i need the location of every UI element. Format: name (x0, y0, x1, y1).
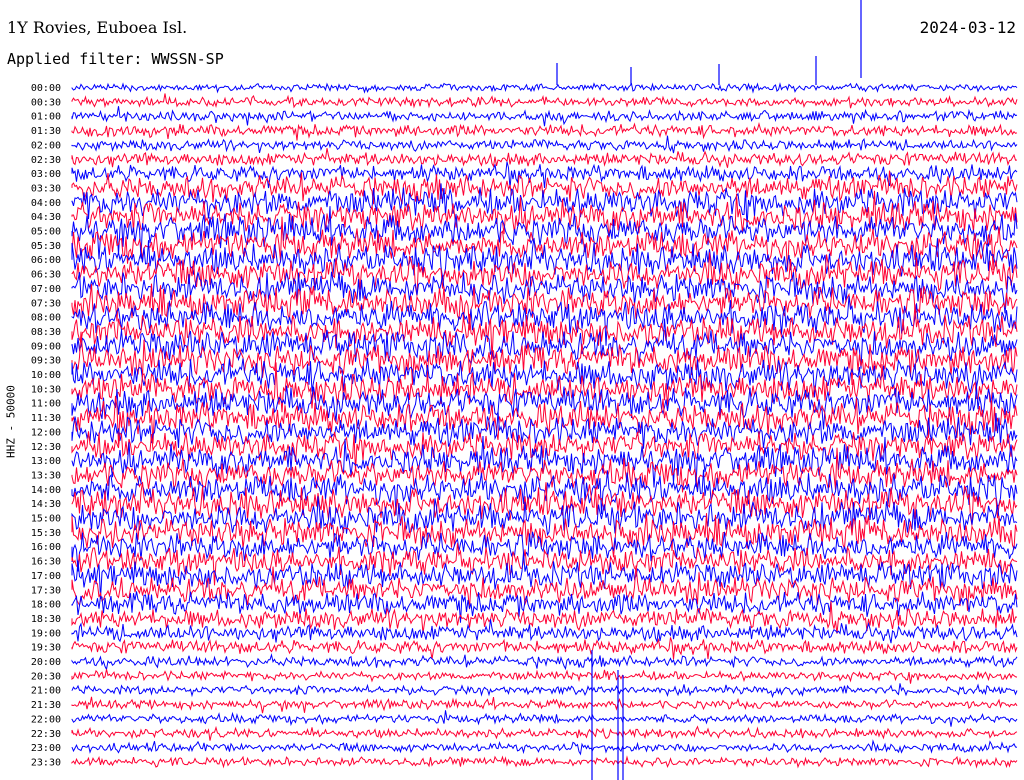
trace-row-2330 (71, 755, 1018, 769)
time-tick-label: 02:30 (31, 155, 61, 166)
time-tick-label: 03:30 (31, 183, 61, 194)
time-tick-label: 13:30 (31, 470, 61, 481)
time-tick-label: 08:30 (31, 327, 61, 338)
time-tick-label: 11:30 (31, 413, 61, 424)
trace-row-2230 (71, 725, 1018, 741)
time-tick-label: 21:00 (31, 686, 61, 697)
time-tick-label: 05:00 (31, 227, 61, 238)
time-tick-label: 23:00 (31, 743, 61, 754)
trace-row-0000 (71, 82, 1018, 94)
trace-row-1430 (71, 481, 1018, 526)
time-tick-label: 14:30 (31, 499, 61, 510)
trace-row-1800 (71, 591, 1018, 623)
time-tick-label: 17:30 (31, 585, 61, 596)
trace-row-0030 (71, 93, 1018, 109)
time-tick-label: 21:30 (31, 700, 61, 711)
trace-row-2200 (71, 710, 1018, 727)
time-tick-label: 06:00 (31, 255, 61, 266)
time-tick-label: 19:30 (31, 643, 61, 654)
trace-row-0100 (71, 106, 1018, 127)
time-tick-label: 04:30 (31, 212, 61, 223)
trace-group (71, 82, 1018, 769)
time-tick-label: 22:30 (31, 729, 61, 740)
time-tick-label: 09:30 (31, 356, 61, 367)
time-tick-label: 22:00 (31, 714, 61, 725)
time-tick-label: 02:00 (31, 140, 61, 151)
time-tick-label: 00:30 (31, 97, 61, 108)
time-tick-label: 13:00 (31, 456, 61, 467)
trace-row-1900 (71, 619, 1018, 644)
trace-row-2100 (71, 683, 1018, 699)
time-tick-label: 03:00 (31, 169, 61, 180)
time-tick-labels: 00:00 00:30 01:00 01:30 02:00 02:30 03:00 03:30… (31, 83, 61, 768)
trace-row-1930 (71, 637, 1018, 660)
time-tick-label: 17:00 (31, 571, 61, 582)
trace-row-2030 (71, 669, 1018, 684)
trace-row-2300 (71, 739, 1018, 756)
time-tick-label: 14:00 (31, 485, 61, 496)
time-tick-label: 04:00 (31, 198, 61, 209)
time-tick-label: 20:30 (31, 671, 61, 682)
time-tick-label: 10:30 (31, 384, 61, 395)
time-tick-label: 12:00 (31, 427, 61, 438)
time-tick-label: 01:00 (31, 112, 61, 123)
trace-row-2000 (71, 652, 1018, 671)
trace-row-2130 (71, 696, 1018, 714)
time-tick-label: 06:30 (31, 270, 61, 281)
time-tick-label: 01:30 (31, 126, 61, 137)
time-tick-label: 16:00 (31, 542, 61, 553)
time-tick-label: 20:00 (31, 657, 61, 668)
time-tick-label: 15:00 (31, 514, 61, 525)
trace-row-0300 (71, 161, 1018, 189)
time-tick-label: 07:00 (31, 284, 61, 295)
time-tick-label: 10:00 (31, 370, 61, 381)
time-tick-label: 23:30 (31, 757, 61, 768)
time-tick-label: 16:30 (31, 557, 61, 568)
time-tick-label: 19:00 (31, 628, 61, 639)
time-tick-label: 15:30 (31, 528, 61, 539)
time-tick-label: 12:30 (31, 442, 61, 453)
time-tick-label: 08:00 (31, 313, 61, 324)
time-tick-label: 07:30 (31, 298, 61, 309)
trace-row-0230 (71, 148, 1018, 168)
time-tick-label: 18:00 (31, 600, 61, 611)
trace-row-0130 (71, 122, 1018, 141)
time-tick-label: 00:00 (31, 83, 61, 94)
time-tick-label: 18:30 (31, 614, 61, 625)
time-tick-label: 11:00 (31, 399, 61, 410)
time-tick-label: 09:00 (31, 341, 61, 352)
time-tick-label: 05:30 (31, 241, 61, 252)
trace-row-0200 (71, 135, 1018, 154)
helicorder-plot: 00:00 00:30 01:00 01:30 02:00 02:30 03:00 03:30… (31, 0, 1018, 780)
